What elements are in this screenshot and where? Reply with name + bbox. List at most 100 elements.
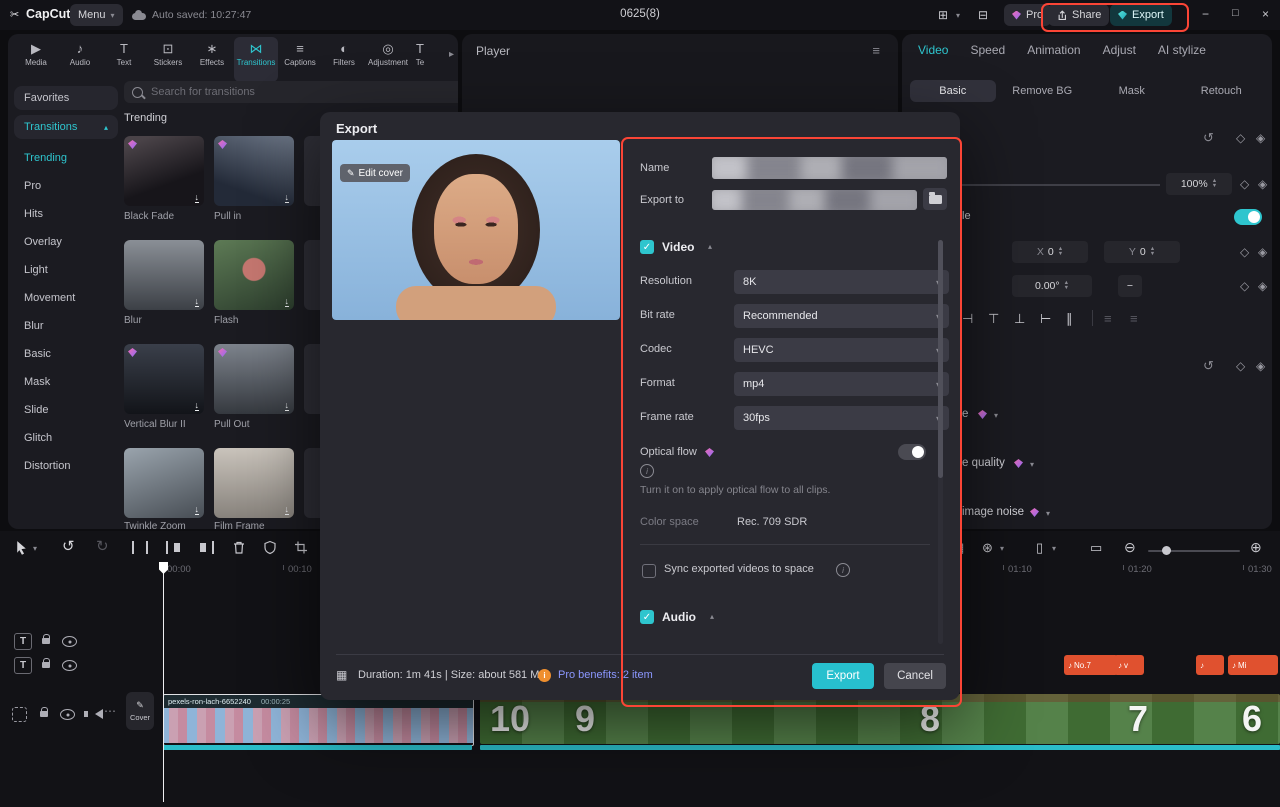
info-icon[interactable]: i <box>640 464 654 478</box>
keyframe-icon[interactable]: ◇ <box>1240 245 1249 259</box>
align-left-icon[interactable]: ⊣ <box>962 311 973 327</box>
clip-audio-strip[interactable] <box>163 745 472 750</box>
sidebar-item-light[interactable]: Light <box>14 256 118 284</box>
minimize-button[interactable]: − <box>1202 7 1209 21</box>
tab-video[interactable]: Video <box>918 43 948 57</box>
pro-badge[interactable]: Pro <box>1004 4 1051 26</box>
transition-item[interactable]: ↓ <box>214 344 294 414</box>
maximize-button[interactable]: □ <box>1232 7 1239 19</box>
align-center-icon[interactable]: ∥ <box>1066 311 1073 327</box>
keyframe-icon[interactable]: ◈ <box>1258 279 1267 293</box>
lock-icon[interactable] <box>42 662 50 668</box>
chevron-down-icon[interactable]: ▾ <box>1046 509 1050 518</box>
optical-flow-toggle[interactable] <box>898 444 926 460</box>
tab-speed[interactable]: Speed <box>970 43 1005 57</box>
menu-button[interactable]: Menu ▾ <box>70 4 123 26</box>
smart-tool-icon[interactable]: ⊛ <box>982 540 993 556</box>
resolution-select[interactable]: 8K▾ <box>734 270 949 294</box>
sidebar-item-basic[interactable]: Basic <box>14 340 118 368</box>
cover-button[interactable]: ✎ Cover <box>126 692 154 730</box>
stepper-arrows-icon[interactable]: ▲▼ <box>1150 247 1155 257</box>
rotation-reset-button[interactable]: − <box>1118 275 1142 297</box>
subtab-remove-bg[interactable]: Remove BG <box>1000 80 1086 102</box>
transition-item[interactable]: ↓ <box>214 448 294 518</box>
audio-checkbox[interactable]: ✓ <box>640 610 654 624</box>
playhead-line[interactable] <box>163 562 164 802</box>
lock-icon[interactable] <box>40 711 48 717</box>
scale-stepper[interactable]: 100% ▲▼ <box>1166 173 1232 195</box>
subtab-retouch[interactable]: Retouch <box>1179 80 1265 102</box>
transition-item[interactable]: ↓ <box>214 136 294 206</box>
sidebar-item-distortion[interactable]: Distortion <box>14 452 118 480</box>
zoom-slider-knob[interactable] <box>1162 546 1171 555</box>
split-icon[interactable] <box>132 541 148 554</box>
audio-effect-clip[interactable]: ♪v <box>1114 655 1144 675</box>
stepper-arrows-icon[interactable]: ▲▼ <box>1064 281 1069 291</box>
bitrate-select[interactable]: Recommended▾ <box>734 304 949 328</box>
tab-adjustment[interactable]: ◎Adjustment <box>366 37 410 82</box>
transition-item[interactable]: ↓ <box>124 136 204 206</box>
export-button-top[interactable]: Export <box>1110 4 1172 26</box>
subtab-mask[interactable]: Mask <box>1089 80 1175 102</box>
tabs-scroll-right-icon[interactable]: ▸ <box>449 49 454 60</box>
reset-icon[interactable]: ↺ <box>1203 130 1214 146</box>
sidebar-item-hits[interactable]: Hits <box>14 200 118 228</box>
tab-ai-stylize[interactable]: AI stylize <box>1158 43 1206 57</box>
chevron-down-icon[interactable]: ▾ <box>1030 460 1034 469</box>
codec-select[interactable]: HEVC▾ <box>734 338 949 362</box>
sidebar-item-blur[interactable]: Blur <box>14 312 118 340</box>
sidebar-item-slide[interactable]: Slide <box>14 396 118 424</box>
download-icon[interactable]: ↓ <box>195 296 200 307</box>
chevron-down-icon[interactable]: ▾ <box>1052 544 1056 553</box>
distribute-v-icon[interactable]: ≡ <box>1130 311 1138 326</box>
layout-panel-icon[interactable]: ⊞ <box>938 8 948 22</box>
keyframe-icon[interactable]: ◇ <box>1236 359 1245 373</box>
trim-left-icon[interactable] <box>166 541 180 554</box>
sidebar-item-overlay[interactable]: Overlay <box>14 228 118 256</box>
rotation-stepper[interactable]: 0.00° ▲▼ <box>1012 275 1092 297</box>
name-value-redacted[interactable] <box>712 157 947 179</box>
search-input[interactable] <box>124 81 458 103</box>
cancel-button[interactable]: Cancel <box>884 663 946 689</box>
chevron-down-icon[interactable]: ▾ <box>994 411 998 420</box>
download-icon[interactable]: ↓ <box>195 504 200 515</box>
keyframe-icon[interactable]: ◈ <box>1256 131 1265 145</box>
download-icon[interactable]: ↓ <box>285 504 290 515</box>
export-path-redacted[interactable] <box>712 190 917 210</box>
align-right-icon[interactable]: ⊢ <box>1040 311 1051 327</box>
keyframe-icon[interactable]: ◇ <box>1236 131 1245 145</box>
tab-transitions[interactable]: ⋈Transitions <box>234 37 278 82</box>
framerate-select[interactable]: 30fps▾ <box>734 406 949 430</box>
position-x-stepper[interactable]: X 0 ▲▼ <box>1012 241 1088 263</box>
tab-media[interactable]: ▶Media <box>14 37 58 82</box>
dialog-scrollbar-thumb[interactable] <box>938 240 943 478</box>
tab-text[interactable]: TText <box>102 37 146 82</box>
reset-icon[interactable]: ↺ <box>1203 358 1214 374</box>
audio-effect-clip[interactable]: ♪No.7 <box>1064 655 1118 675</box>
select-tool-icon[interactable] <box>14 540 29 556</box>
download-icon[interactable]: ↓ <box>285 192 290 203</box>
align-top-icon[interactable]: ⊤ <box>988 311 999 327</box>
collapse-icon[interactable]: ▴ <box>708 242 712 251</box>
video-clip-pexels[interactable]: pexels-ron-lach-6652240 00:00:25 <box>163 694 474 746</box>
lock-icon[interactable] <box>42 638 50 644</box>
download-icon[interactable]: ↓ <box>195 400 200 411</box>
align-bottom-icon[interactable]: ⊥ <box>1014 311 1025 327</box>
keyframe-icon[interactable]: ◈ <box>1258 177 1267 191</box>
more-options-icon[interactable]: ⋯ <box>104 704 116 718</box>
download-icon[interactable]: ↓ <box>285 400 290 411</box>
transition-item[interactable]: ↓ <box>124 448 204 518</box>
tab-more[interactable]: TTe <box>410 37 430 82</box>
delete-icon[interactable] <box>232 540 246 555</box>
tab-stickers[interactable]: ⊡Stickers <box>146 37 190 82</box>
sync-checkbox[interactable] <box>642 564 656 578</box>
keyframe-icon[interactable]: ◇ <box>1240 279 1249 293</box>
transition-item[interactable]: ↓ <box>214 240 294 310</box>
mute-icon[interactable] <box>95 709 103 719</box>
layout-chevron-icon[interactable]: ▾ <box>956 11 960 20</box>
sidebar-item-transitions[interactable]: Transitions ▴ <box>14 115 118 139</box>
stepper-arrows-icon[interactable]: ▲▼ <box>1058 247 1063 257</box>
subtab-basic[interactable]: Basic <box>910 80 996 102</box>
position-y-stepper[interactable]: Y 0 ▲▼ <box>1104 241 1180 263</box>
pro-info-icon[interactable]: i <box>538 669 551 682</box>
